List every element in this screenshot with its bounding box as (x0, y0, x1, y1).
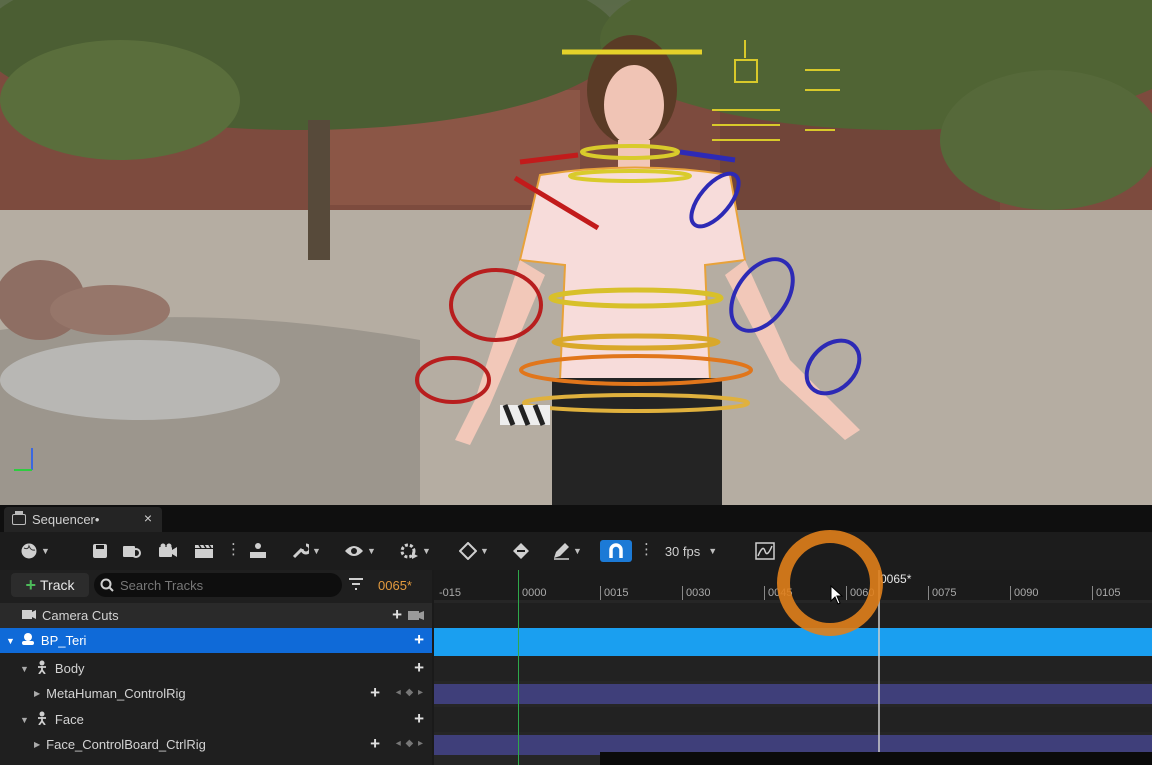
track-list: + Track 0065* Camera Cuts + ▼ BP_T (0, 570, 432, 765)
magnet-icon (609, 543, 623, 558)
expand-arrow-icon[interactable]: ▼ (6, 636, 15, 646)
track-label: MetaHuman_ControlRig (46, 686, 186, 701)
face-lane[interactable] (434, 707, 1152, 732)
sequencer-toolbar: ▼ ▼ ▼ ▼ ▼ (0, 532, 1152, 570)
key-navigation-icon[interactable]: ◂ ◆ ▸ (396, 687, 424, 698)
actor-icon (21, 632, 35, 649)
track-row-bp-teri[interactable]: ▼ BP_Teri + (0, 628, 432, 653)
playback-start-marker[interactable] (518, 570, 519, 765)
save-icon (93, 544, 107, 558)
playback-options-button[interactable]: ▼ (396, 540, 434, 562)
view-options-button[interactable]: ▼ (341, 540, 379, 562)
filter-button[interactable] (348, 577, 364, 596)
add-to-face-button[interactable]: + (414, 709, 424, 729)
gear-play-icon (400, 543, 419, 559)
highlight-ring (777, 530, 883, 636)
skeleton-icon (35, 660, 49, 677)
render-movie-button[interactable] (157, 540, 179, 562)
add-key-button[interactable]: + (370, 734, 380, 754)
ruler-tick-label: 0000 (518, 586, 546, 600)
metahuman-controlrig-section[interactable] (434, 684, 1152, 704)
collapse-arrow-icon[interactable]: ▶ (34, 689, 40, 698)
level-viewport[interactable] (0, 0, 1152, 505)
curve-editor-icon (755, 542, 775, 560)
wrench-icon (292, 543, 310, 559)
viewport-scene (0, 0, 1152, 505)
add-track-label: Track (40, 577, 75, 593)
camera-cuts-icon (22, 608, 36, 623)
track-row-face[interactable]: ▼ Face + (0, 707, 432, 732)
movie-camera-icon (159, 543, 177, 557)
key-arrows-icon (513, 543, 529, 559)
mouse-cursor-icon (830, 584, 844, 610)
collapse-arrow-icon[interactable]: ▶ (34, 740, 40, 749)
track-label: Face (54, 712, 84, 727)
body-lane[interactable] (434, 656, 1152, 681)
snap-options-icon[interactable] (639, 540, 654, 560)
skeleton-icon (35, 711, 49, 728)
filter-icon (349, 578, 363, 590)
track-label: Face_ControlBoard_CtrlRig (46, 737, 206, 752)
cinematic-button[interactable] (193, 540, 215, 562)
find-asset-icon (123, 546, 141, 558)
diamond-key-icon (459, 542, 478, 560)
camera-lock-icon[interactable] (408, 608, 424, 625)
add-to-actor-button[interactable]: + (414, 630, 424, 650)
auto-key-button[interactable] (510, 540, 532, 562)
pencil-icon (554, 543, 570, 560)
playhead-frame-label: 0065* (880, 572, 912, 586)
ruler-tick-label: 0090 (1010, 586, 1038, 600)
browse-sequence-button[interactable] (120, 540, 144, 562)
search-tracks-field[interactable] (94, 573, 342, 597)
clapperboard-icon (12, 511, 26, 525)
tab-bar: Sequencer• × (0, 505, 1152, 532)
tab-title: Sequencer• (32, 512, 100, 527)
ruler-tick-label: 0015 (600, 586, 628, 600)
ruler-tick-label: 0075 (928, 586, 956, 600)
track-row-face-controlboard[interactable]: ▶ Face_ControlBoard_CtrlRig + ◂ ◆ ▸ (0, 732, 432, 757)
ruler-tick-label: -015 (439, 587, 462, 599)
bp-teri-section[interactable] (434, 628, 1152, 656)
snap-toggle-button[interactable] (600, 540, 632, 562)
close-tab-button[interactable]: × (144, 510, 152, 526)
tab-sequencer[interactable]: Sequencer• × (4, 507, 162, 532)
edit-mode-button[interactable]: ▼ (548, 540, 586, 562)
ruler-tick-label: 0030 (682, 586, 710, 600)
actor-tree-icon (250, 543, 266, 558)
current-frame-display[interactable]: 0065* (378, 578, 412, 593)
actions-button[interactable] (246, 540, 270, 562)
search-icon (100, 578, 114, 592)
tools-menu-button[interactable]: ▼ (287, 540, 325, 562)
chevron-down-icon: ▼ (708, 546, 718, 556)
expand-arrow-icon[interactable]: ▼ (20, 715, 29, 725)
frame-rate-value: 30 fps (664, 543, 701, 559)
caption-bar (600, 752, 1152, 765)
track-label: BP_Teri (40, 633, 87, 648)
globe-icon (21, 543, 37, 559)
add-camera-cut-button[interactable]: + (392, 605, 402, 625)
track-row-metahuman-controlrig[interactable]: ▶ MetaHuman_ControlRig + ◂ ◆ ▸ (0, 681, 432, 706)
ruler-tick-label: 0105 (1092, 586, 1120, 600)
track-row-body[interactable]: ▼ Body + (0, 656, 432, 681)
add-track-button[interactable]: + Track (11, 573, 89, 597)
sequencer-panel: Sequencer• × ▼ ▼ ▼ (0, 505, 1152, 765)
key-options-button[interactable]: ▼ (455, 540, 493, 562)
curve-editor-button[interactable] (753, 540, 777, 562)
expand-arrow-icon[interactable]: ▼ (20, 664, 29, 674)
track-row-camera-cuts[interactable]: Camera Cuts + (0, 603, 432, 628)
world-menu-button[interactable]: ▼ (16, 540, 54, 562)
track-label: Camera Cuts (42, 608, 119, 623)
search-input[interactable] (120, 577, 330, 593)
eye-icon (345, 546, 364, 556)
save-sequence-button[interactable] (90, 540, 110, 562)
plus-icon: + (25, 574, 37, 595)
key-navigation-icon[interactable]: ◂ ◆ ▸ (396, 738, 424, 749)
toolbar-overflow-icon[interactable] (226, 540, 241, 560)
track-label: Body (54, 661, 85, 676)
frame-rate-dropdown[interactable]: 30 fps ▼ (660, 540, 722, 562)
add-key-button[interactable]: + (370, 683, 380, 703)
clapperboard-icon (195, 544, 213, 558)
add-to-body-button[interactable]: + (414, 658, 424, 678)
